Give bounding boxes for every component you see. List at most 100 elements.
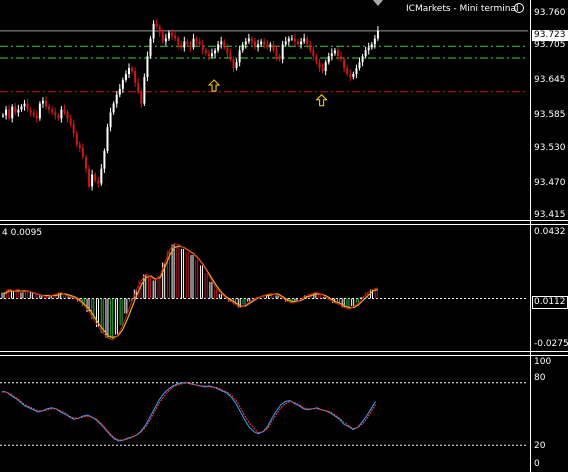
- candle-body: [327, 56, 330, 63]
- candle-body: [361, 56, 364, 63]
- candle-body: [238, 50, 241, 63]
- chart-window: { "window": { "title": "ICMarkets - Mini…: [0, 0, 568, 472]
- candle-body: [201, 44, 204, 51]
- candle-body: [57, 115, 60, 119]
- candle-body: [161, 32, 164, 42]
- candle-body: [32, 112, 35, 116]
- candle-body: [45, 100, 48, 107]
- candle-body: [312, 50, 315, 57]
- candle-body: [315, 56, 318, 63]
- candle-body: [355, 68, 358, 75]
- window-title: ICMarkets - Mini terminal: [406, 4, 519, 14]
- stoch-main-line: [1, 382, 376, 442]
- candle-body: [226, 47, 229, 54]
- candle-body: [278, 56, 281, 60]
- candle-body: [180, 44, 183, 48]
- candle-body: [183, 41, 186, 48]
- candle-body: [2, 115, 4, 117]
- candle-body: [41, 100, 44, 104]
- candle-body: [336, 50, 339, 57]
- candle-body: [146, 56, 149, 77]
- candle-body: [72, 124, 75, 134]
- candle-body: [8, 109, 11, 119]
- candle-body: [94, 174, 97, 181]
- up-arrow-icon: [207, 79, 221, 92]
- candle-body: [210, 53, 213, 57]
- macd-y-tick: -0.0275: [534, 339, 568, 349]
- candle-body: [330, 53, 333, 57]
- candle-body: [75, 133, 78, 146]
- y-tick: 93.705: [534, 40, 566, 50]
- chart-canvas[interactable]: [0, 0, 568, 472]
- macd-label: 4 0.0095: [2, 228, 43, 238]
- candle-body: [51, 109, 54, 113]
- y-tick: 93.530: [534, 143, 566, 153]
- candle-body: [275, 50, 278, 57]
- candle-body: [266, 44, 269, 48]
- candle-body: [343, 59, 346, 69]
- y-tick: 93.645: [534, 75, 566, 85]
- candle-body: [346, 68, 349, 75]
- candle-body: [281, 44, 284, 60]
- candle-body: [254, 41, 256, 48]
- y-tick: 93.470: [534, 178, 566, 188]
- stoch-y-tick: 0: [534, 459, 540, 469]
- candle-body: [223, 41, 226, 48]
- candle-body: [60, 109, 63, 119]
- candle-body: [84, 156, 87, 169]
- candle-body: [54, 112, 57, 116]
- smiley-icon[interactable]: [514, 3, 524, 13]
- candle-body: [103, 150, 106, 169]
- candle-body: [137, 82, 140, 92]
- stoch-y-tick: 80: [534, 373, 546, 383]
- macd-current-label: 0.0112: [532, 296, 568, 309]
- candle-body: [349, 74, 352, 77]
- candle-body: [5, 109, 8, 116]
- candle-body: [324, 62, 327, 72]
- candle-body: [11, 106, 14, 119]
- candle-body: [186, 41, 189, 45]
- candle-body: [189, 44, 192, 48]
- candle-body: [152, 23, 155, 39]
- candle-body: [204, 50, 207, 54]
- candle-body: [78, 145, 81, 148]
- candle-body: [247, 38, 250, 42]
- candle-body: [214, 50, 217, 54]
- candle-body: [35, 115, 38, 119]
- candle-body: [358, 62, 361, 69]
- candle-body: [140, 91, 143, 104]
- candle-body: [333, 50, 336, 54]
- candle-body: [250, 38, 253, 42]
- candle-body: [155, 23, 158, 27]
- candle-body: [340, 56, 343, 60]
- candle-body: [118, 88, 121, 95]
- candle-body: [192, 38, 195, 48]
- candle-body: [69, 118, 72, 125]
- candle-body: [263, 41, 266, 45]
- candle-body: [290, 38, 293, 40]
- candle-body: [91, 174, 94, 187]
- candle-body: [303, 38, 306, 42]
- candle-body: [287, 38, 290, 42]
- candle-body: [88, 168, 91, 187]
- candle-body: [220, 41, 223, 45]
- candle-body: [112, 103, 115, 113]
- candle-body: [109, 112, 112, 128]
- candle-body: [81, 147, 84, 157]
- candle-body: [373, 38, 376, 45]
- up-arrow-icon: [315, 94, 328, 107]
- candle-body: [300, 41, 303, 45]
- candle-body: [17, 109, 20, 113]
- candle-body: [241, 44, 244, 51]
- candle-body: [318, 62, 321, 69]
- stoch-y-tick: 100: [534, 357, 552, 367]
- stoch-signal-line: [2, 382, 376, 441]
- candle-body: [29, 109, 32, 113]
- candle-body: [115, 94, 118, 104]
- candle-body: [131, 68, 134, 72]
- scroll-marker-icon[interactable]: [373, 0, 383, 6]
- candle-body: [20, 106, 23, 110]
- candle-body: [177, 38, 180, 45]
- candle-body: [309, 44, 312, 51]
- candle-body: [217, 44, 220, 51]
